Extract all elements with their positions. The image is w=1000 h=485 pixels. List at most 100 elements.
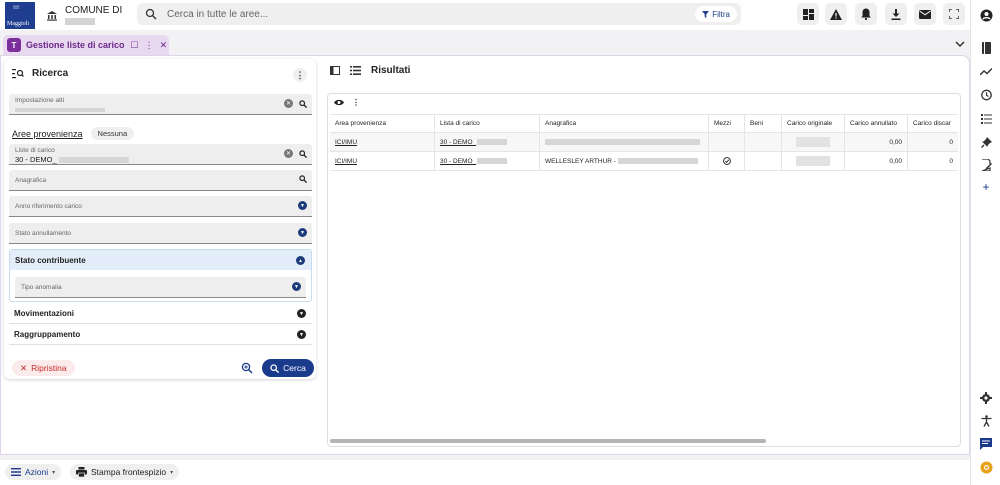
movimentazioni-section: Movimentazioni ▼ [9, 303, 312, 324]
results-title: Risultati [371, 65, 411, 76]
results-header: Risultati [330, 65, 410, 76]
global-search[interactable]: Cerca in tutte le aree... Filtra [137, 3, 741, 25]
search-icon[interactable] [299, 149, 307, 158]
tipo-anomalia-field[interactable]: Tipo anomalia ▼ [15, 277, 306, 298]
stato-contribuente-header[interactable]: Stato contribuente ▲ [10, 250, 311, 270]
trend-icon[interactable] [979, 65, 993, 79]
col-carico-annullato[interactable]: Carico annullato [845, 115, 908, 132]
aree-provenienza-link[interactable]: Aree provenienza [12, 129, 83, 139]
cell-lista[interactable]: 30 - DEMO_ [440, 139, 476, 146]
liste-di-carico-label: Liste di carico [15, 147, 55, 154]
cell-area[interactable]: ICI/IMU [330, 152, 435, 170]
panel-toggle-icon[interactable] [330, 66, 340, 75]
dropdown-arrow-icon[interactable]: ▼ [292, 282, 301, 291]
close-icon: ✕ [20, 362, 28, 373]
edit-document-icon[interactable] [979, 158, 993, 172]
accessibility-icon[interactable] [979, 414, 993, 428]
chevron-down-icon: ▾ [52, 469, 56, 476]
reset-button[interactable]: ✕ Ripristina [12, 360, 75, 376]
col-carico-originale[interactable]: Carico originale [782, 115, 845, 132]
clear-icon[interactable]: ✕ [284, 149, 293, 158]
pin-icon[interactable] [979, 135, 993, 149]
col-beni[interactable]: Beni [745, 115, 782, 132]
warning-button[interactable] [825, 3, 847, 25]
clear-icon[interactable]: ✕ [284, 99, 293, 108]
account-icon[interactable] [979, 8, 993, 22]
actions-menu-button[interactable]: Azioni ▾ [5, 464, 62, 480]
col-anagrafica[interactable]: Anagrafica [540, 115, 709, 132]
menu-icon [11, 468, 21, 476]
search-input[interactable]: Cerca in tutte le aree... [167, 9, 268, 20]
stato-annullamento-label: Stato annullamento [15, 230, 72, 237]
search-panel-menu-button[interactable]: ⋮ [293, 68, 307, 82]
top-bar: ▒▒▒ Maggioli COMUNE DI Cerca in tutte le… [0, 0, 970, 30]
search-list-icon [12, 68, 24, 78]
tipo-anomalia-label: Tipo anomalia [21, 284, 62, 291]
print-frontespizio-button[interactable]: Stampa frontespizio ▾ [70, 464, 180, 480]
grid-menu-icon[interactable]: ⋮ [352, 98, 360, 107]
cell-anagrafica: WELLESLEY ARTHUR - [545, 157, 616, 165]
footer-bar: Azioni ▾ Stampa frontespizio ▾ [0, 460, 970, 485]
table-row[interactable]: ICI/IMU 30 - DEMO_ 0,00 0 [330, 133, 958, 152]
dropdown-arrow-icon[interactable]: ▼ [298, 228, 307, 237]
cell-area[interactable]: ICI/IMU [330, 133, 435, 151]
dashboard-button[interactable] [797, 3, 819, 25]
tab-menu-icon[interactable]: ⋮ [145, 40, 154, 51]
search-button[interactable]: Cerca [262, 359, 314, 377]
bell-icon [861, 8, 871, 20]
collapse-icon[interactable]: ▲ [296, 256, 305, 265]
movimentazioni-header[interactable]: Movimentazioni ▼ [9, 303, 312, 323]
cell-annullato: 0,00 [845, 133, 908, 151]
table-row[interactable]: ICI/IMU 30 - DEMO_ WELLESLEY ARTHUR - 0,… [330, 152, 958, 171]
cell-originale [782, 152, 845, 170]
results-grid: ⋮ Area provenienza Lista di carico Anagr… [327, 93, 961, 447]
mail-button[interactable] [914, 3, 936, 25]
book-icon[interactable] [979, 41, 993, 55]
impostazione-atti-field[interactable]: Impostazione atti ✕ [9, 94, 312, 115]
settings-icon[interactable] [979, 391, 993, 405]
history-icon[interactable] [979, 88, 993, 102]
cell-lista[interactable]: 30 - DEMO_ [440, 158, 476, 165]
download-button[interactable] [885, 3, 907, 25]
home-icon[interactable] [45, 8, 59, 22]
search-icon [270, 363, 280, 373]
tab-gestione-liste[interactable]: T Gestione liste di carico ☐ ⋮ ✕ [3, 35, 169, 55]
search-panel-title: Ricerca [32, 68, 69, 79]
raggruppamento-header[interactable]: Raggruppamento ▼ [9, 324, 312, 344]
cell-anagrafica [540, 133, 709, 151]
cell-discar: 0 [949, 138, 953, 146]
tab-restore-icon[interactable]: ☐ [131, 40, 139, 51]
horizontal-scrollbar[interactable] [330, 439, 766, 443]
list-icon[interactable] [979, 112, 993, 126]
download-icon [891, 8, 901, 20]
dropdown-arrow-icon[interactable]: ▼ [298, 201, 307, 210]
app-icon: T [7, 38, 21, 52]
col-carico-discar[interactable]: Carico discar [908, 115, 958, 132]
add-icon[interactable]: + [979, 180, 993, 194]
col-lista-di-carico[interactable]: Lista di carico [435, 115, 540, 132]
zoom-in-icon[interactable] [241, 362, 253, 374]
liste-di-carico-field[interactable]: Liste di carico 30 - DEMO_ ✕ [9, 144, 312, 165]
fullscreen-button[interactable] [943, 3, 965, 25]
tab-close-icon[interactable]: ✕ [160, 40, 168, 51]
eye-icon[interactable] [334, 99, 344, 106]
search-icon[interactable] [299, 99, 307, 108]
anno-riferimento-label: Anno riferimento carico [15, 203, 82, 210]
stato-annullamento-field[interactable]: Stato annullamento ▼ [9, 223, 312, 244]
filter-button[interactable]: Filtra [695, 6, 737, 22]
cell-discar: 0 [949, 157, 953, 165]
search-icon[interactable] [299, 175, 307, 183]
filter-icon [702, 10, 710, 18]
expand-icon[interactable]: ▼ [297, 330, 306, 339]
col-area-provenienza[interactable]: Area provenienza [330, 115, 435, 132]
chat-icon[interactable] [979, 437, 993, 451]
anno-riferimento-field[interactable]: Anno riferimento carico ▼ [9, 196, 312, 217]
help-icon[interactable] [979, 460, 993, 474]
expand-icon[interactable]: ▼ [297, 309, 306, 318]
col-mezzi[interactable]: Mezzi [709, 115, 745, 132]
anagrafica-field[interactable]: Anagrafica [9, 170, 312, 191]
chevron-down-icon[interactable] [955, 39, 965, 49]
aree-provenienza-chip[interactable]: Nessuna [90, 127, 135, 140]
notifications-button[interactable] [855, 3, 877, 25]
grid-toolbar: ⋮ [334, 98, 360, 107]
